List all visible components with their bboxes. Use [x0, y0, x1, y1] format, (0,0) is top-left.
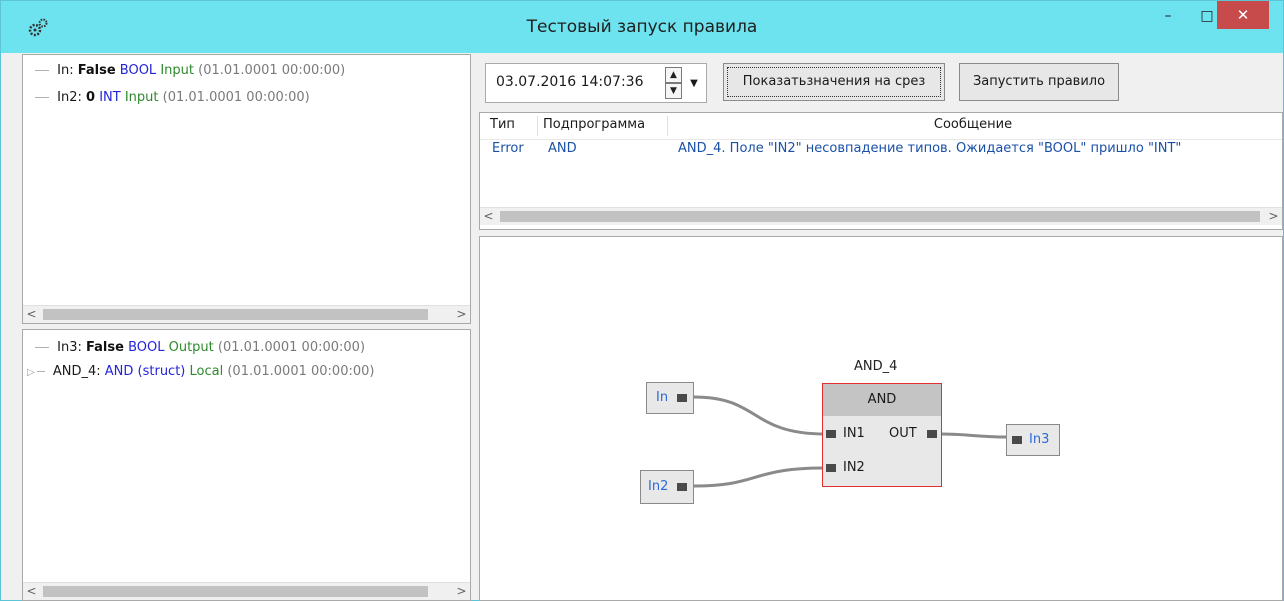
tree-connector — [36, 371, 45, 372]
tree-connector — [35, 97, 49, 98]
datetime-picker[interactable]: 03.07.2016 14:07:36 ▲ ▼ ▼ — [485, 63, 707, 103]
var-value: False — [86, 340, 124, 355]
scroll-left-icon[interactable]: < — [23, 583, 40, 600]
window-title: Тестовый запуск правила — [526, 17, 758, 37]
run-rule-button[interactable]: Запустить правило — [959, 63, 1119, 101]
column-type[interactable]: Тип — [490, 115, 515, 135]
show-values-button[interactable]: Показатьзначения на срез — [723, 63, 945, 101]
column-subprogram[interactable]: Подпрограмма — [543, 115, 645, 135]
var-time: (01.01.0001 00:00:00) — [227, 364, 375, 379]
node-in2[interactable]: In2 — [640, 470, 694, 504]
node-label: In3 — [1029, 432, 1050, 447]
block-header: AND — [823, 384, 941, 416]
grid-header: Тип Подпрограмма Сообщение — [480, 113, 1282, 140]
var-kind: Local — [189, 364, 224, 379]
tree-item-in2[interactable]: In2: 0 INT Input (01.01.0001 00:00:00) — [35, 88, 310, 108]
tree-item-in3[interactable]: In3: False BOOL Output (01.01.0001 00:00… — [35, 338, 365, 358]
close-button[interactable]: ✕ — [1217, 1, 1269, 29]
node-in3[interactable]: In3 — [1006, 424, 1060, 456]
row-message: AND_4. Поле "IN2" несовпадение типов. Ож… — [678, 141, 1182, 156]
tree-item-and4[interactable]: ▷ AND_4: AND (struct) Local (01.01.0001 … — [27, 362, 374, 382]
var-name: In3: — [57, 340, 82, 355]
expand-arrow-icon[interactable]: ▷ — [27, 367, 35, 378]
window: Тестовый запуск правила – □ ✕ In: False … — [0, 0, 1284, 601]
var-time: (01.01.0001 00:00:00) — [198, 63, 346, 78]
tree-connector — [35, 347, 49, 348]
port-out-label: OUT — [889, 426, 917, 441]
port-in2-label: IN2 — [843, 460, 865, 475]
column-message[interactable]: Сообщение — [668, 115, 1278, 135]
wire-in-to-in1 — [693, 395, 826, 436]
wire-in2-to-in2 — [693, 466, 826, 488]
scroll-thumb[interactable] — [500, 211, 1260, 222]
dropdown-chevron-icon[interactable]: ▼ — [685, 74, 703, 94]
var-type: AND (struct) — [104, 364, 186, 379]
var-time: (01.01.0001 00:00:00) — [162, 90, 310, 105]
var-name: In: — [57, 63, 74, 78]
scroll-right-icon[interactable]: > — [453, 306, 470, 323]
tree-item-in[interactable]: In: False BOOL Input (01.01.0001 00:00:0… — [35, 61, 345, 81]
and-block[interactable]: AND IN1 OUT IN2 — [822, 383, 942, 487]
var-value: False — [77, 63, 116, 78]
title-bar: Тестовый запуск правила – □ ✕ — [1, 1, 1283, 53]
node-label: In — [656, 390, 669, 405]
output-port-icon[interactable] — [677, 394, 687, 402]
port-in1-label: IN1 — [843, 426, 865, 441]
inputs-tree-panel: In: False BOOL Input (01.01.0001 00:00:0… — [22, 54, 471, 324]
var-kind: Output — [168, 340, 214, 355]
wire-out-to-in3 — [939, 432, 1009, 439]
row-subprogram: AND — [548, 141, 577, 156]
tree-connector — [35, 70, 49, 71]
output-port-icon[interactable] — [677, 483, 687, 491]
var-type: INT — [99, 90, 121, 105]
scroll-thumb[interactable] — [43, 309, 428, 320]
var-time: (01.01.0001 00:00:00) — [217, 340, 366, 355]
spin-down-icon[interactable]: ▼ — [665, 83, 682, 99]
var-kind: Input — [160, 63, 194, 78]
var-value: 0 — [86, 90, 96, 105]
scroll-right-icon[interactable]: > — [1265, 208, 1282, 225]
outputs-tree-panel: In3: False BOOL Output (01.01.0001 00:00… — [22, 329, 471, 601]
block-title: AND_4 — [854, 359, 898, 374]
var-type: BOOL — [128, 340, 165, 355]
var-type: BOOL — [119, 63, 157, 78]
spin-up-icon[interactable]: ▲ — [665, 67, 682, 83]
var-name: AND_4: — [52, 364, 101, 379]
var-name: In2: — [57, 90, 82, 105]
input-port-icon[interactable] — [826, 430, 836, 438]
node-in[interactable]: In — [646, 382, 694, 414]
scroll-left-icon[interactable]: < — [480, 208, 497, 225]
scroll-right-icon[interactable]: > — [453, 583, 470, 600]
var-kind: Input — [124, 90, 159, 105]
diagram-canvas: In In2 AND_4 AND IN1 OUT IN2 In3 — [479, 236, 1283, 601]
row-type: Error — [492, 141, 524, 156]
horizontal-scrollbar[interactable]: < > — [480, 207, 1282, 225]
horizontal-scrollbar[interactable]: < > — [23, 305, 470, 323]
input-port-icon[interactable] — [826, 464, 836, 472]
scroll-left-icon[interactable]: < — [23, 306, 40, 323]
output-port-icon[interactable] — [927, 430, 937, 438]
scroll-thumb[interactable] — [43, 586, 428, 597]
datetime-value[interactable]: 03.07.2016 14:07:36 — [496, 74, 644, 90]
messages-grid: Тип Подпрограмма Сообщение Error AND AND… — [479, 112, 1283, 230]
input-port-icon[interactable] — [1012, 436, 1022, 444]
node-label: In2 — [648, 479, 669, 494]
minimize-button[interactable]: – — [1148, 1, 1188, 31]
horizontal-scrollbar[interactable]: < > — [23, 582, 470, 600]
